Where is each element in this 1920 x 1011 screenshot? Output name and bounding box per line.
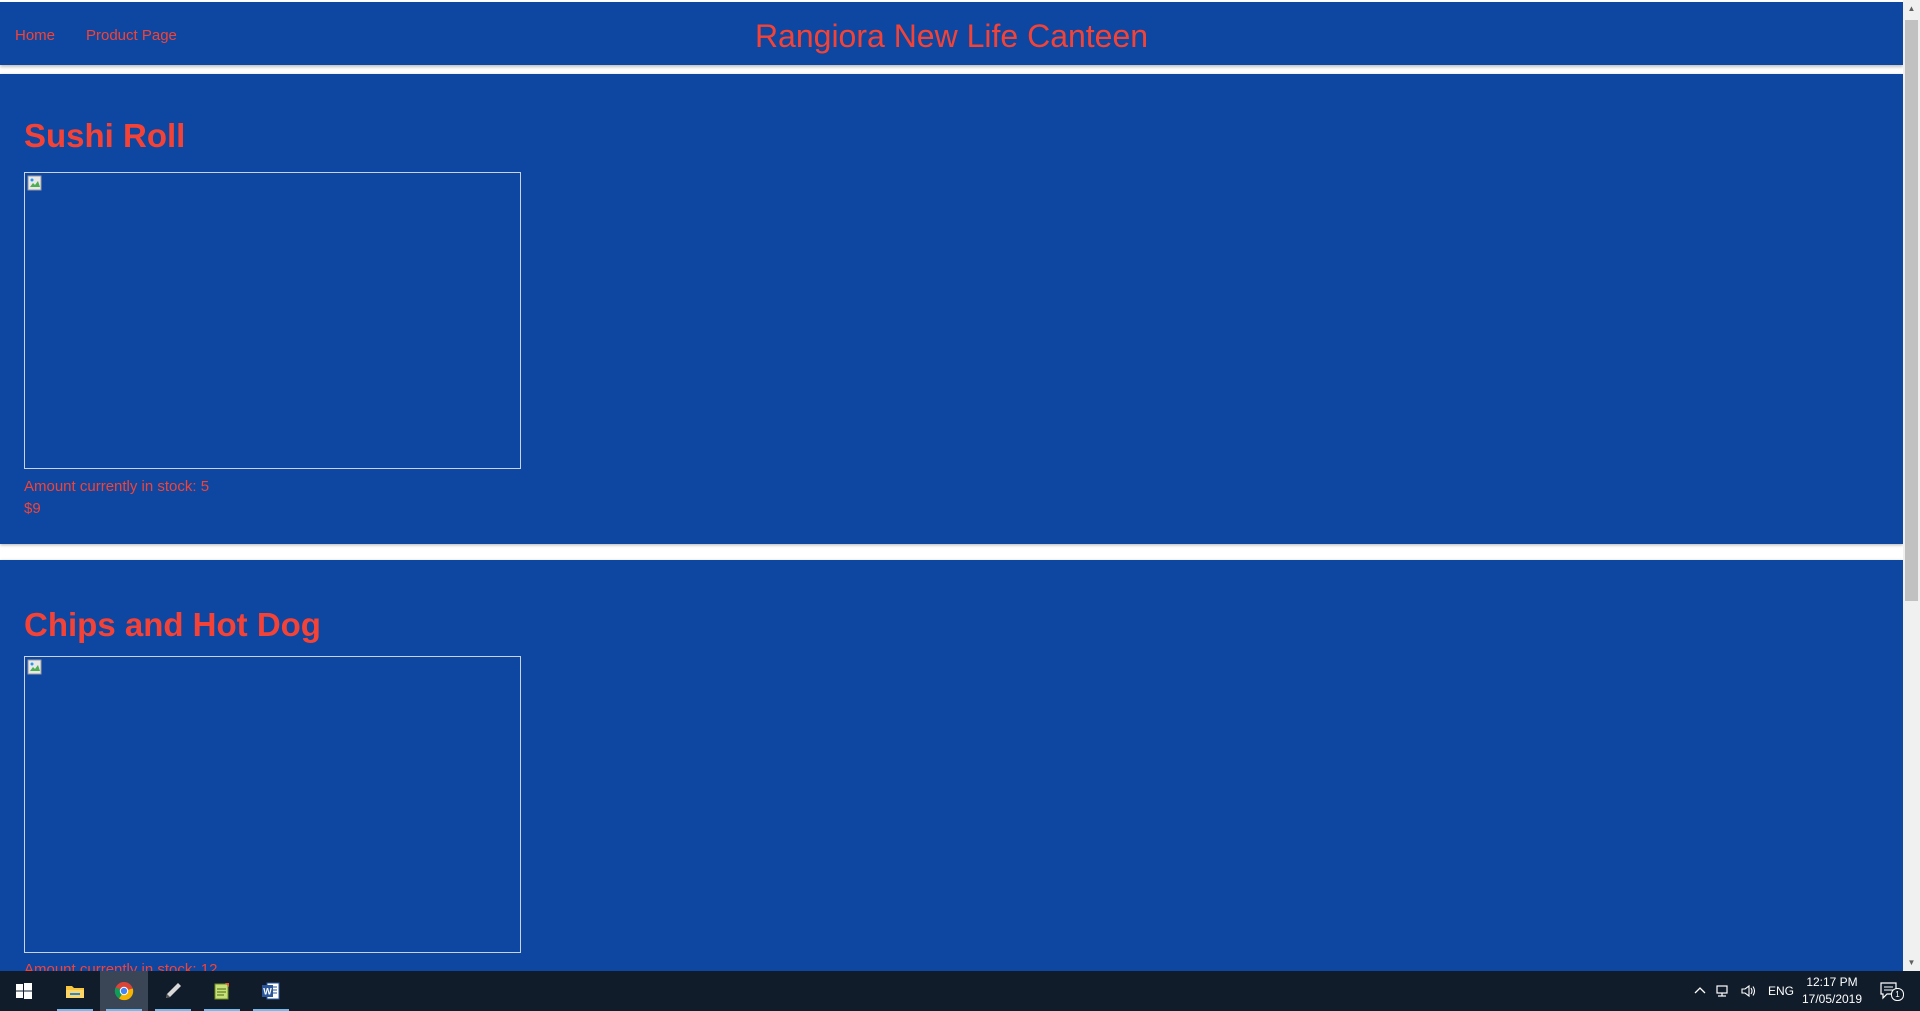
clock-time[interactable]: 12:17 PM [1806,975,1858,989]
scroll-up-arrow-icon[interactable]: ▲ [1903,0,1920,17]
action-center-button[interactable]: 1 [1880,982,1904,1001]
product-name: Chips and Hot Dog [24,606,321,643]
scroll-down-arrow-icon[interactable]: ▼ [1903,954,1920,971]
taskbar-notepad-plus[interactable] [198,971,246,1011]
svg-text:W: W [263,987,272,997]
broken-image-icon [27,659,42,675]
language-indicator[interactable]: ENG [1768,984,1794,998]
navbar: Home Product Page Rangiora New Life Cant… [0,2,1903,65]
chrome-icon [114,982,134,1001]
file-explorer-icon [66,986,84,998]
taskbar-word[interactable]: W [247,971,295,1011]
taskbar: W ENG 12:17 PM 17/05/2019 1 [0,971,1920,1011]
pen-app-icon [166,983,181,998]
product-image [24,172,521,469]
volume-icon[interactable] [1740,983,1756,999]
product-name: Sushi Roll [24,117,186,154]
taskbar-pen-app[interactable] [149,971,197,1011]
scroll-thumb[interactable] [1905,20,1918,601]
notification-count-badge: 1 [1891,988,1904,1001]
start-windows-icon [16,983,32,999]
page-content: Home Product Page Rangiora New Life Cant… [0,0,1903,971]
taskbar-file-explorer[interactable] [51,971,99,1011]
stock-amount: Amount currently in stock: 12 [24,961,218,971]
product-price: $9 [24,500,41,517]
taskbar-chrome[interactable] [100,971,148,1011]
site-title: Rangiora New Life Canteen [754,18,1149,54]
stock-amount: Amount currently in stock: 5 [24,478,210,495]
clock-date[interactable]: 17/05/2019 [1800,992,1864,1006]
word-icon: W [262,982,280,1000]
product-card: Chips and Hot Dog Amount currently in st… [0,560,1903,971]
network-icon[interactable] [1715,983,1731,999]
vertical-scrollbar[interactable]: ▲ ▼ [1903,0,1920,971]
broken-image-icon [27,175,42,191]
browser-viewport: Home Product Page Rangiora New Life Cant… [0,0,1920,971]
start-button[interactable] [0,971,48,1011]
product-card: Sushi Roll Amount currently in stock: 5 … [0,74,1903,544]
product-image [24,656,521,953]
notepad-plus-icon [214,983,229,1000]
show-hidden-icons-chevron-up-icon[interactable] [1692,983,1708,999]
